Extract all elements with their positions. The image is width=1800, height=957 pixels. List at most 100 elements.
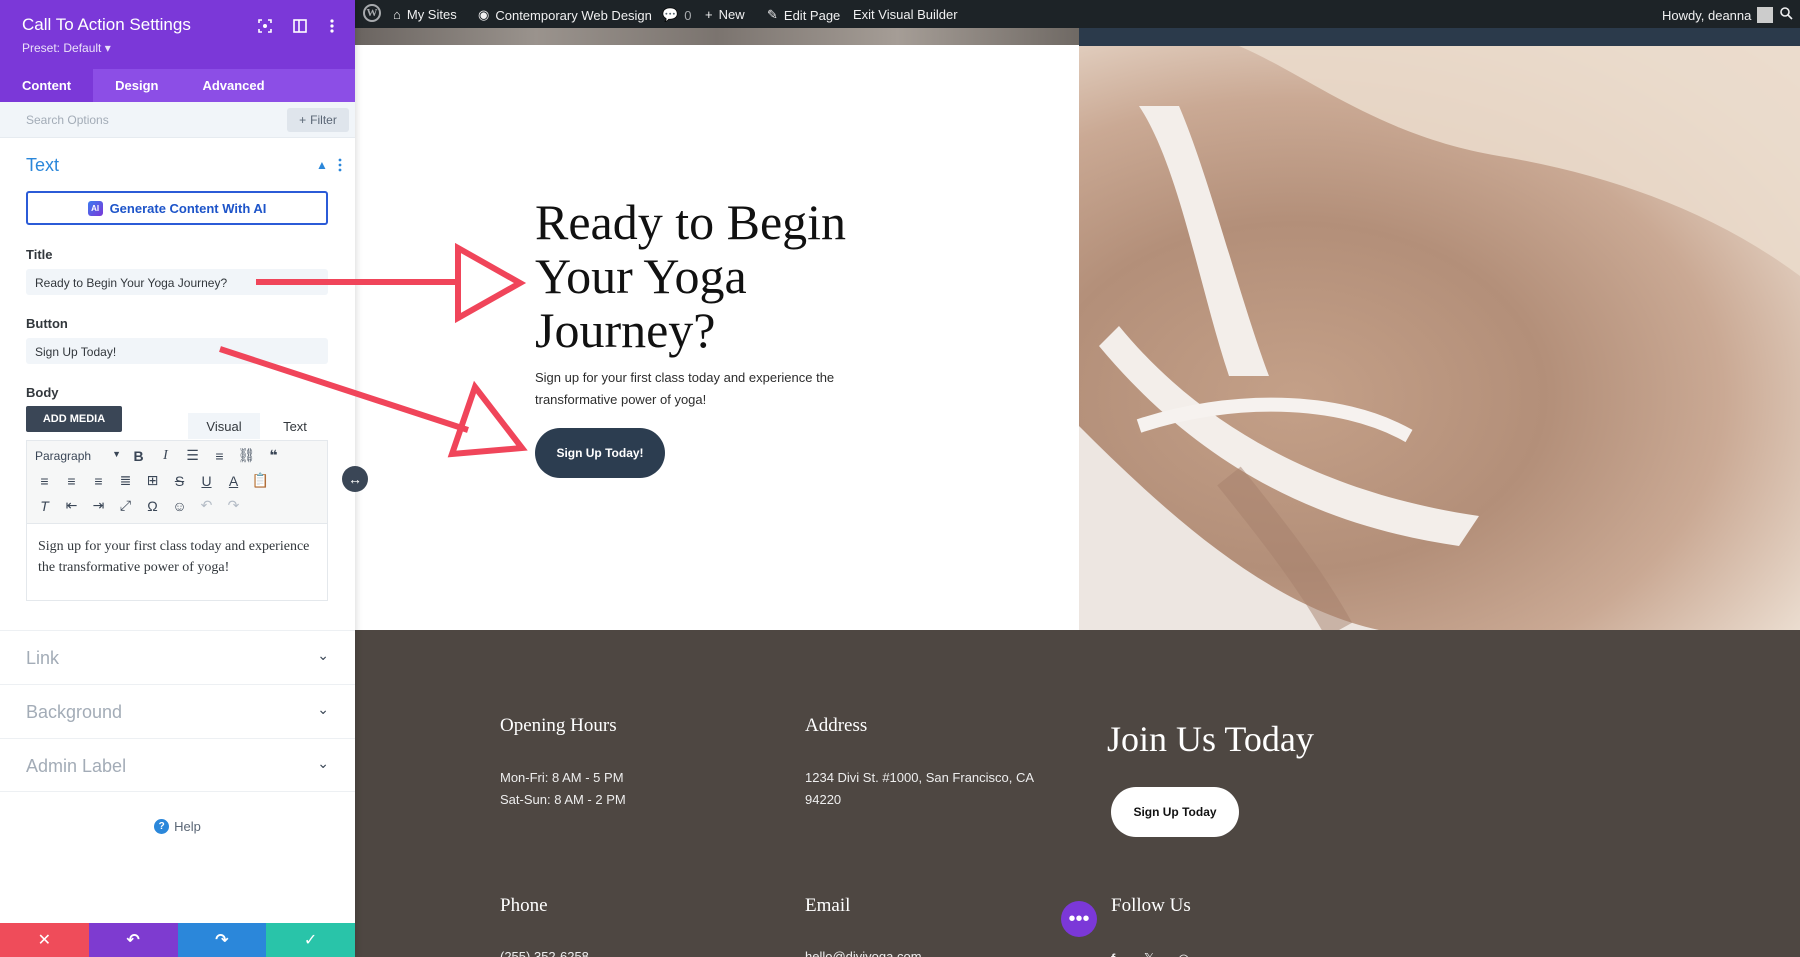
new-link[interactable]: + New	[705, 7, 745, 22]
align-right-icon[interactable]: ≡	[85, 470, 112, 492]
my-sites-link[interactable]: ⌂ My Sites	[393, 7, 457, 22]
redo-icon: ↷	[215, 932, 229, 949]
panel-action-bar: ✕ ↶ ↷ ✓	[0, 923, 355, 957]
join-button[interactable]: Sign Up Today	[1111, 787, 1239, 837]
accordion-admin-label[interactable]: Admin Label ⌄	[0, 738, 355, 792]
panel-title: Call To Action Settings	[22, 15, 191, 34]
hours-line-2: Sat-Sun: 8 AM - 2 PM	[500, 792, 626, 807]
settings-panel: Call To Action Settings Preset: Default …	[0, 0, 355, 957]
clear-format-icon[interactable]: T	[31, 495, 58, 517]
generate-ai-label: Generate Content With AI	[109, 200, 267, 216]
phone-heading: Phone	[500, 895, 548, 916]
wordpress-logo-icon[interactable]: W	[363, 4, 381, 22]
hours-line-1: Mon-Fri: 8 AM - 5 PM	[500, 770, 624, 785]
tab-content[interactable]: Content	[0, 69, 94, 102]
section-more-icon[interactable]	[338, 158, 342, 177]
editor-tab-visual[interactable]: Visual	[188, 413, 260, 439]
chevron-down-icon: ⌄	[317, 701, 329, 717]
tab-design[interactable]: Design	[93, 69, 180, 102]
strikethrough-icon[interactable]: S	[166, 470, 193, 492]
indent-icon[interactable]: ⇥	[85, 495, 112, 517]
address-heading: Address	[805, 715, 868, 736]
follow-heading: Follow Us	[1111, 895, 1191, 916]
text-section-title[interactable]: Text	[26, 155, 59, 176]
accordion-background[interactable]: Background ⌄	[0, 684, 355, 738]
edit-page-link[interactable]: ✎ Edit Page	[767, 7, 840, 23]
add-media-button[interactable]: ADD MEDIA	[26, 406, 122, 432]
builder-menu-button[interactable]: •••	[1061, 901, 1097, 937]
undo-editor-icon[interactable]: ↶	[193, 495, 220, 517]
outdent-icon[interactable]: ⇤	[58, 495, 85, 517]
numbered-list-icon[interactable]: ≡	[206, 445, 233, 467]
paragraph-select[interactable]: Paragraph ▼	[31, 449, 125, 463]
cta-button[interactable]: Sign Up Today!	[535, 428, 665, 478]
avatar	[1757, 7, 1774, 23]
discard-button[interactable]: ✕	[0, 923, 89, 957]
focus-icon[interactable]	[253, 14, 277, 38]
help-link[interactable]: ? Help	[0, 819, 355, 834]
undo-icon: ↶	[126, 932, 140, 949]
call-to-action-module[interactable]: Ready to Begin Your Yoga Journey? Sign u…	[355, 45, 1079, 630]
user-menu[interactable]: Howdy, deanna	[1662, 7, 1774, 23]
cta-heading: Ready to Begin Your Yoga Journey?	[535, 194, 847, 358]
bullet-list-icon[interactable]: ☰	[179, 445, 206, 467]
check-icon: ✓	[303, 932, 318, 949]
table-icon[interactable]: ⊞	[139, 470, 166, 492]
ai-icon: AI	[87, 200, 103, 216]
redo-button[interactable]: ↷	[177, 923, 267, 957]
body-editor[interactable]: Sign up for your first class today and e…	[26, 524, 328, 601]
align-left-icon[interactable]: ≡	[31, 470, 58, 492]
italic-icon[interactable]: I	[152, 445, 179, 467]
paste-icon[interactable]: 📋	[247, 470, 274, 492]
undo-button[interactable]: ↶	[88, 923, 178, 957]
underline-icon[interactable]: U	[193, 470, 220, 492]
bold-icon[interactable]: B	[125, 445, 152, 467]
search-options-input[interactable]: Search Options	[26, 113, 109, 127]
title-label: Title	[26, 247, 53, 262]
comments-link[interactable]: 💬 0	[662, 7, 691, 23]
join-heading: Join Us Today	[1107, 719, 1314, 759]
instagram-icon[interactable]: ◎	[1178, 948, 1189, 957]
resize-arrows-icon: ↔	[348, 471, 362, 487]
special-char-icon[interactable]: Ω	[139, 495, 166, 517]
phone-value[interactable]: (255) 352-6258	[500, 946, 589, 957]
justify-icon[interactable]: ≣	[112, 470, 139, 492]
pencil-icon: ✎	[767, 7, 778, 22]
resize-handle[interactable]: ↔	[342, 466, 368, 492]
exit-visual-builder-link[interactable]: Exit Visual Builder	[853, 7, 958, 22]
preset-dropdown[interactable]: Preset: Default ▾	[22, 41, 111, 55]
chevron-down-icon: ⌄	[317, 755, 329, 771]
dashboard-icon: ◉	[478, 7, 490, 22]
chevron-up-icon[interactable]: ▲	[316, 158, 328, 172]
layout-icon[interactable]	[288, 14, 312, 38]
search-icon[interactable]	[1780, 7, 1793, 20]
filter-button[interactable]: + Filter	[287, 108, 349, 132]
link-icon[interactable]: ⛓	[233, 445, 260, 467]
save-button[interactable]: ✓	[266, 923, 355, 957]
text-color-icon[interactable]: A	[220, 470, 247, 492]
redo-editor-icon[interactable]: ↷	[220, 495, 247, 517]
fullscreen-icon[interactable]: ⤢	[112, 495, 139, 517]
x-icon[interactable]: 𝕏	[1144, 948, 1154, 957]
help-label: Help	[174, 819, 201, 834]
wp-admin-bar: W ⌂ My Sites ◉ Contemporary Web Design 💬 0 …	[355, 0, 1800, 28]
button-text-field[interactable]: Sign Up Today!	[26, 338, 328, 364]
align-center-icon[interactable]: ≡	[58, 470, 85, 492]
more-options-icon[interactable]	[320, 14, 344, 38]
facebook-icon[interactable]: f	[1111, 948, 1115, 957]
email-heading: Email	[805, 895, 851, 916]
email-value[interactable]: hello@diviyoga.com	[805, 946, 922, 957]
accordion-link[interactable]: Link ⌄	[0, 630, 355, 684]
site-name-link[interactable]: ◉ Contemporary Web Design	[478, 7, 652, 23]
comment-icon: 💬	[662, 7, 679, 22]
title-field[interactable]: Ready to Begin Your Yoga Journey?	[26, 269, 328, 295]
tab-advanced[interactable]: Advanced	[180, 69, 286, 102]
button-label: Button	[26, 316, 68, 331]
editor-tab-text[interactable]: Text	[262, 413, 328, 439]
quote-icon[interactable]: ❝	[260, 445, 287, 467]
hours-heading: Opening Hours	[500, 715, 617, 736]
close-icon: ✕	[37, 932, 52, 949]
generate-ai-button[interactable]: AI Generate Content With AI	[26, 191, 328, 225]
body-label: Body	[26, 385, 59, 400]
emoji-icon[interactable]: ☺	[166, 495, 193, 517]
